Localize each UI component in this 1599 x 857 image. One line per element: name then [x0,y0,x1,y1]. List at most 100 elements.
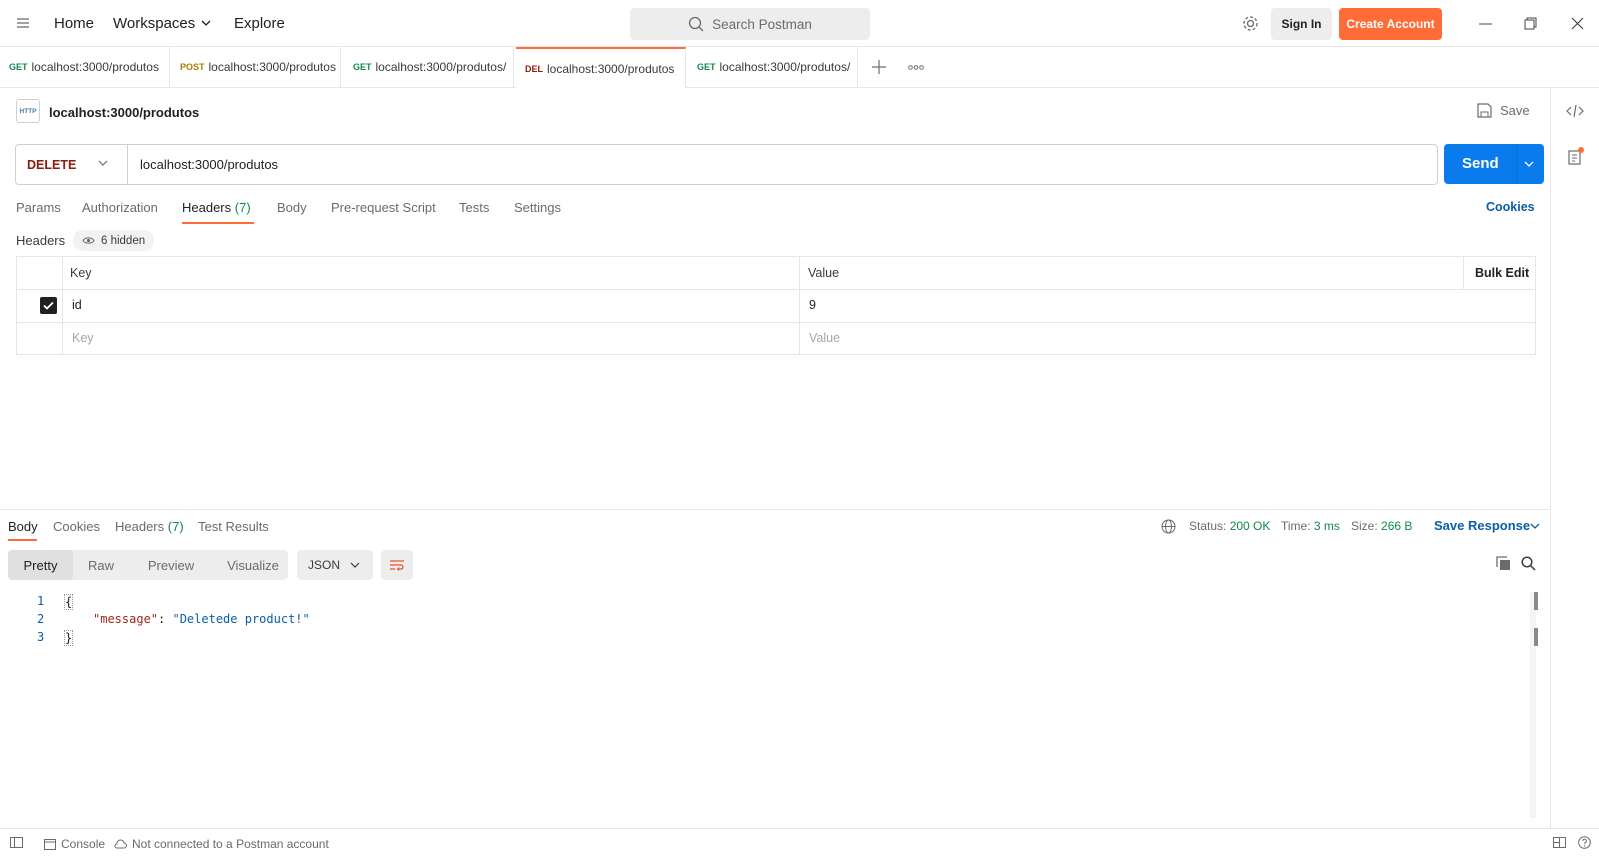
header-value-input[interactable]: 9 [809,298,816,312]
time-value[interactable]: 3 ms [1314,519,1340,533]
json-sep: : [158,612,173,626]
method-label: DEL [525,63,543,74]
chevron-down-icon[interactable] [201,19,211,27]
search-icon [688,16,704,32]
tab-body[interactable]: Body [277,200,307,215]
scrollbar-thumb[interactable] [1534,628,1538,646]
info-panel-icon[interactable] [1567,146,1585,166]
response-tab-cookies[interactable]: Cookies [53,519,100,534]
format-value: JSON [308,558,341,572]
method-select[interactable]: DELETE [16,145,128,184]
sign-in-button[interactable]: Sign In [1271,8,1332,40]
request-tab-active[interactable]: DEL localhost:3000/produtos [516,47,686,88]
tab-headers-count: (7) [234,200,251,215]
response-tab-headers[interactable]: Headers (7) [115,519,184,534]
code-line[interactable]: "message": "Deletede product!" [93,612,310,626]
save-label: Save [1500,103,1530,118]
gear-icon[interactable] [1242,15,1259,32]
status-bar: Console Not connected to a Postman accou… [0,828,1599,857]
console-icon [44,838,56,850]
plus-icon[interactable] [872,60,886,74]
json-key: "message" [93,612,159,626]
request-tab[interactable]: POST localhost:3000/produtos [171,47,341,87]
save-button[interactable]: Save [1477,103,1530,118]
save-response-button[interactable]: Save Response [1434,518,1530,533]
console-button[interactable]: Console [44,837,105,851]
request-title[interactable]: localhost:3000/produtos [49,105,199,120]
response-tab-test-results[interactable]: Test Results [198,519,269,534]
hidden-count: 6 hidden [101,234,146,247]
tab-pre-request-script[interactable]: Pre-request Script [331,200,436,215]
code-line[interactable]: } [64,630,74,646]
code-icon[interactable] [1566,104,1584,118]
top-navigation-bar: Home Workspaces Explore Search Postman S… [0,0,1599,47]
request-tab[interactable]: GET localhost:3000/produtos/ [344,47,514,87]
tab-tests[interactable]: Tests [459,200,489,215]
new-header-value-input[interactable]: Value [809,331,840,345]
request-tab[interactable]: GET localhost:3000/produtos [0,47,170,87]
cookies-link[interactable]: Cookies [1486,200,1535,214]
send-button[interactable]: Send [1444,144,1544,184]
status-readout: Status: 200 OK [1189,519,1270,533]
request-tab[interactable]: GET localhost:3000/produtos/ [688,47,858,87]
globe-icon[interactable] [1161,519,1176,534]
tab-url: localhost:3000/produtos [31,60,159,74]
request-tab-bar: GET localhost:3000/produtos POST localho… [0,47,1599,88]
tab-url: localhost:3000/produtos/ [719,60,851,74]
search-icon[interactable] [1521,556,1536,571]
tab-url: localhost:3000/produtos [208,60,336,74]
active-tab-indicator [8,539,37,541]
wrap-lines-button[interactable] [381,550,413,580]
format-select[interactable]: JSON [297,550,373,580]
tab-authorization[interactable]: Authorization [82,200,158,215]
chevron-down-icon [350,562,360,569]
url-input[interactable]: localhost:3000/produtos [140,157,278,172]
menu-icon[interactable] [16,17,30,29]
method-label: GET [697,62,716,72]
column-value: Value [808,266,840,280]
create-account-button[interactable]: Create Account [1339,8,1442,40]
view-preview[interactable]: Preview [136,550,206,580]
line-number: 3 [37,630,45,644]
header-row-checkbox[interactable] [40,297,57,314]
response-tab-body[interactable]: Body [8,519,38,534]
view-pretty[interactable]: Pretty [8,550,73,580]
headers-table: Key Value Bulk Edit id 9 Key Value [16,256,1536,355]
view-visualize[interactable]: Visualize [218,550,288,580]
restore-icon[interactable] [1524,17,1537,30]
tab-url: localhost:3000/produtos/ [375,60,507,74]
help-icon[interactable] [1578,836,1591,849]
size-readout: Size: 266 B [1351,519,1412,533]
tab-headers[interactable]: Headers (7) [182,200,251,215]
more-icon[interactable] [908,65,924,70]
minimize-icon[interactable] [1479,23,1492,25]
size-value[interactable]: 266 B [1381,519,1412,533]
search-placeholder: Search Postman [712,16,812,32]
tab-settings[interactable]: Settings [514,200,561,215]
nav-explore[interactable]: Explore [234,15,285,32]
scrollbar-track[interactable] [1530,592,1536,818]
scrollbar-marker [1534,592,1538,610]
chevron-down-icon[interactable] [1524,161,1534,168]
chevron-down-icon[interactable] [1530,523,1540,530]
code-line[interactable]: { [64,594,74,610]
new-header-key-input[interactable]: Key [72,331,94,345]
tab-params[interactable]: Params [16,200,61,215]
header-key-input[interactable]: id [72,298,82,312]
layout-icon[interactable] [1553,837,1566,848]
connection-status[interactable]: Not connected to a Postman account [114,837,329,851]
status-value[interactable]: 200 OK [1230,519,1271,533]
close-icon[interactable] [1571,17,1584,30]
view-raw[interactable]: Raw [76,550,126,580]
status-label: Status: [1189,519,1227,533]
nav-workspaces[interactable]: Workspaces [113,15,195,32]
eye-icon [82,236,95,245]
hidden-headers-toggle[interactable]: 6 hidden [73,230,155,251]
bulk-edit-button[interactable]: Bulk Edit [1475,266,1529,280]
response-tab-headers-count: (7) [167,519,184,534]
response-tab-headers-label: Headers [115,519,165,534]
nav-home[interactable]: Home [54,15,94,32]
sidebar-toggle-icon[interactable] [10,837,23,848]
copy-icon[interactable] [1496,556,1511,571]
search-box[interactable]: Search Postman [630,8,870,40]
